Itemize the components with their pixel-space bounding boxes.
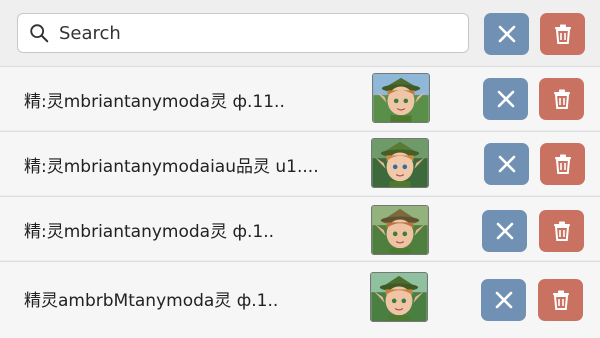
list-item[interactable]: 精灵ambrbMtanymoda灵 ф.1.. — [0, 261, 600, 338]
remove-item-button[interactable] — [482, 210, 527, 252]
delete-item-button[interactable] — [538, 279, 583, 321]
item-label: 精:灵mbriantanymoda灵 ф.1.. — [24, 222, 275, 242]
close-icon — [497, 90, 514, 108]
elf-portrait-thumbnail[interactable] — [371, 205, 429, 255]
close-icon — [498, 155, 515, 173]
remove-item-button[interactable] — [481, 279, 526, 321]
elf-portrait-thumbnail[interactable] — [370, 272, 428, 322]
list-item[interactable]: 精:灵mbriantanymoda灵 ф.1.. — [0, 196, 600, 260]
elf-portrait-image — [371, 273, 427, 321]
elf-portrait-image — [372, 139, 428, 187]
trash-icon — [552, 290, 569, 310]
elf-portrait-image — [373, 74, 429, 122]
close-icon — [495, 291, 512, 309]
delete-all-button[interactable] — [540, 13, 585, 55]
delete-item-button[interactable] — [539, 78, 584, 120]
search-icon — [30, 24, 49, 43]
list-item[interactable]: 精:灵mbriantanymodaiau品灵 u1.... — [0, 131, 600, 195]
delete-item-button[interactable] — [539, 210, 584, 252]
close-icon — [498, 25, 515, 43]
elf-portrait-thumbnail[interactable] — [371, 138, 429, 188]
search-input[interactable] — [59, 22, 439, 44]
item-label: 精:灵mbriantanymoda灵 ф.11.. — [24, 92, 285, 112]
search-toolbar — [0, 0, 600, 66]
trash-icon — [553, 221, 570, 241]
delete-item-button[interactable] — [540, 143, 585, 185]
elf-portrait-image — [372, 206, 428, 254]
trash-icon — [554, 24, 571, 44]
remove-item-button[interactable] — [483, 78, 528, 120]
remove-item-button[interactable] — [484, 143, 529, 185]
trash-icon — [553, 89, 570, 109]
item-label: 精:灵mbriantanymodaiau品灵 u1.... — [24, 157, 319, 177]
elf-portrait-thumbnail[interactable] — [372, 73, 430, 123]
close-icon — [496, 222, 513, 240]
clear-search-button[interactable] — [484, 13, 529, 55]
item-list-panel: 精:灵mbriantanymoda灵 ф.11.. — [0, 0, 600, 338]
item-label: 精灵ambrbMtanymoda灵 ф.1.. — [24, 291, 279, 311]
list-item[interactable]: 精:灵mbriantanymoda灵 ф.11.. — [0, 66, 600, 130]
trash-icon — [554, 154, 571, 174]
search-field[interactable] — [17, 13, 469, 53]
